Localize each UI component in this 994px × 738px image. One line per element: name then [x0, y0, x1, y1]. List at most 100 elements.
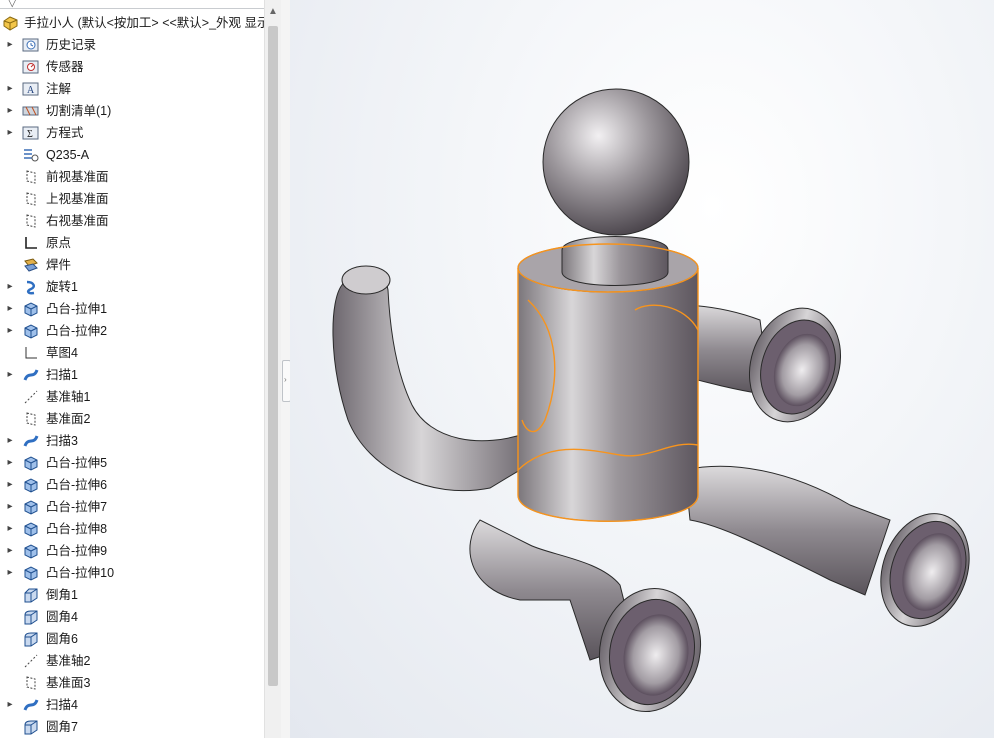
tree-item[interactable]: ▸ 历史记录: [0, 34, 266, 56]
tree-item[interactable]: 倒角1: [0, 584, 266, 606]
expand-arrow-icon[interactable]: ▸: [5, 518, 15, 540]
annotation-icon: A: [22, 81, 40, 97]
plane-icon: [22, 411, 40, 427]
extrude-icon: [22, 521, 40, 537]
tree-item-label: 基准轴2: [46, 654, 91, 668]
sweep-icon: [22, 697, 40, 713]
tree-item[interactable]: 圆角6: [0, 628, 266, 650]
tree-item[interactable]: 圆角4: [0, 606, 266, 628]
tree-item[interactable]: ▸ 旋转1: [0, 276, 266, 298]
tree-item-label: 倒角1: [46, 588, 78, 602]
tree-item-label: 凸台-拉伸5: [46, 456, 108, 470]
tree-item[interactable]: ▸ 凸台-拉伸6: [0, 474, 266, 496]
extrude-icon: [22, 455, 40, 471]
expand-arrow-icon[interactable]: ▸: [5, 562, 15, 584]
expand-arrow-icon[interactable]: ▸: [5, 78, 15, 100]
revolve-icon: [22, 279, 40, 295]
axis-icon: [22, 389, 40, 405]
tree-item[interactable]: 基准面3: [0, 672, 266, 694]
part-icon: [2, 15, 20, 31]
expand-arrow-icon[interactable]: ▸: [5, 430, 15, 452]
tree-item[interactable]: ▸ 凸台-拉伸2: [0, 320, 266, 342]
tree-item[interactable]: ▸ Σ 方程式: [0, 122, 266, 144]
tree-item[interactable]: 圆角7: [0, 716, 266, 738]
tree-item-label: 凸台-拉伸10: [46, 566, 115, 580]
tree-item-label: 扫描1: [46, 368, 78, 382]
tree-item[interactable]: ▸ 切割清单(1): [0, 100, 266, 122]
tree-item[interactable]: 传感器: [0, 56, 266, 78]
tree-item[interactable]: 原点: [0, 232, 266, 254]
tree-item[interactable]: ▸ 扫描4: [0, 694, 266, 716]
expand-arrow-icon[interactable]: ▸: [5, 122, 15, 144]
tree-item[interactable]: 右视基准面: [0, 210, 266, 232]
tree-item-label: 上视基准面: [46, 192, 109, 206]
tree-item[interactable]: ▸ 凸台-拉伸10: [0, 562, 266, 584]
tree-item[interactable]: ▸ A 注解: [0, 78, 266, 100]
fillet-icon: [22, 609, 40, 625]
tree-item[interactable]: 基准轴1: [0, 386, 266, 408]
tree-scrollbar[interactable]: ▲: [264, 0, 281, 738]
sketch-icon: [22, 345, 40, 361]
expand-arrow-icon[interactable]: ▸: [5, 276, 15, 298]
expand-arrow-icon[interactable]: ▸: [5, 298, 15, 320]
plane-icon: [22, 169, 40, 185]
tree-item-label: 圆角6: [46, 632, 78, 646]
tree-item[interactable]: 焊件: [0, 254, 266, 276]
weldment-icon: [22, 257, 40, 273]
expand-arrow-icon[interactable]: ▸: [5, 496, 15, 518]
tree-item[interactable]: ▸ 凸台-拉伸8: [0, 518, 266, 540]
tree-item-label: 原点: [46, 236, 72, 250]
expand-arrow-icon[interactable]: ▸: [5, 694, 15, 716]
tree-item[interactable]: Q235-A: [0, 144, 266, 166]
cut-list-icon: [22, 103, 40, 119]
tree-item[interactable]: 草图4: [0, 342, 266, 364]
tree-item[interactable]: ▸ 扫描3: [0, 430, 266, 452]
expand-arrow-icon[interactable]: ▸: [5, 540, 15, 562]
expand-arrow-icon[interactable]: ▸: [5, 364, 15, 386]
expand-arrow-icon[interactable]: ▸: [5, 34, 15, 56]
history-folder-icon: [22, 37, 40, 53]
sweep-icon: [22, 367, 40, 383]
expand-arrow-icon[interactable]: ▸: [5, 100, 15, 122]
tree-item[interactable]: ▸ 凸台-拉伸5: [0, 452, 266, 474]
sensor-folder-icon: [22, 59, 40, 75]
tree-item[interactable]: ▸ 凸台-拉伸7: [0, 496, 266, 518]
chamfer-icon: [22, 587, 40, 603]
tree-item-label: 凸台-拉伸1: [46, 302, 108, 316]
3d-sitting-figure-model[interactable]: [290, 0, 994, 738]
extrude-icon: [22, 477, 40, 493]
tree-item-label: 基准轴1: [46, 390, 91, 404]
expand-arrow-icon[interactable]: ▸: [5, 452, 15, 474]
tree-item[interactable]: 前视基准面: [0, 166, 266, 188]
expand-arrow-icon[interactable]: ▸: [5, 474, 15, 496]
fillet-icon: [22, 631, 40, 647]
extrude-icon: [22, 499, 40, 515]
graphics-viewport[interactable]: [290, 0, 994, 738]
expand-arrow-icon[interactable]: ▸: [5, 320, 15, 342]
tree-item-label: 切割清单(1): [46, 104, 112, 118]
plane-icon: [22, 191, 40, 207]
tree-item-label: 手拉小人 (默认<按加工> <<默认>_外观 显示: [24, 16, 270, 30]
material-icon: [22, 147, 40, 163]
tree-item[interactable]: 基准轴2: [0, 650, 266, 672]
tree-item-label: 凸台-拉伸9: [46, 544, 108, 558]
tree-item-label: 扫描4: [46, 698, 78, 712]
tree-item[interactable]: ▸ 凸台-拉伸9: [0, 540, 266, 562]
scroll-up-icon[interactable]: ▲: [268, 6, 278, 17]
tree-rows: 手拉小人 (默认<按加工> <<默认>_外观 显示 ▸ 历史记录 传感器 ▸ A 注解 ▸ 切割…: [0, 12, 270, 738]
tree-item[interactable]: 上视基准面: [0, 188, 266, 210]
tree-item-label: 传感器: [46, 60, 84, 74]
plane-icon: [22, 675, 40, 691]
tree-filter-bar[interactable]: ▽: [0, 0, 264, 9]
tree-item[interactable]: ▸ 凸台-拉伸1: [0, 298, 266, 320]
filter-icon[interactable]: ▽: [8, 0, 16, 9]
svg-text:A: A: [27, 85, 35, 96]
tree-root-part[interactable]: 手拉小人 (默认<按加工> <<默认>_外观 显示: [0, 12, 270, 34]
tree-item-label: 扫描3: [46, 434, 78, 448]
tree-item-label: 方程式: [46, 126, 84, 140]
tree-item[interactable]: 基准面2: [0, 408, 266, 430]
tree-item[interactable]: ▸ 扫描1: [0, 364, 266, 386]
scrollbar-thumb[interactable]: [268, 26, 278, 686]
svg-text:Σ: Σ: [27, 129, 33, 140]
tree-item-label: 草图4: [46, 346, 78, 360]
